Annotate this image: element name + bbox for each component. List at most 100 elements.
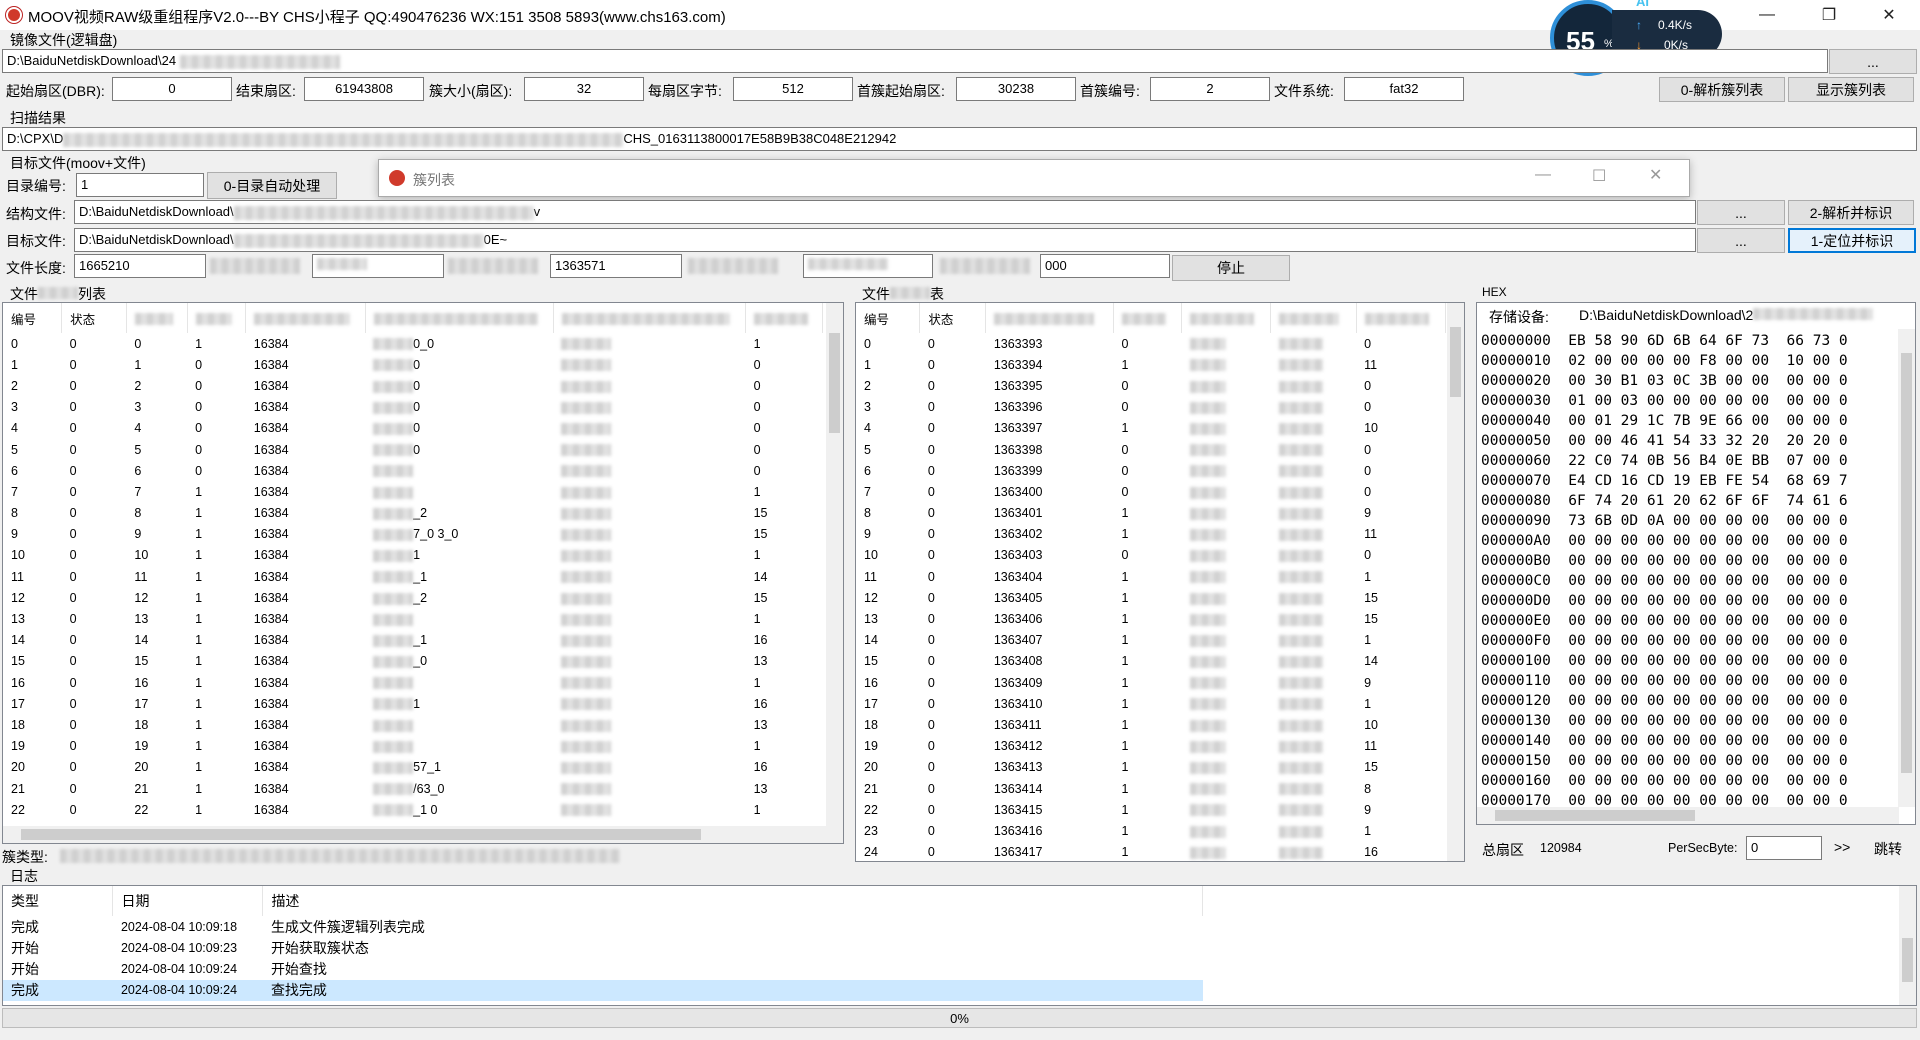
log-col-header[interactable]: 描述 (262, 886, 1203, 916)
table-row[interactable]: 14 0 14 1 16384 _1 16 (3, 630, 823, 651)
table-row[interactable]: 5 0 1363398 0 0 (856, 439, 1446, 460)
right-col-header[interactable]: 状态 (919, 303, 987, 333)
dialog-minimize-button[interactable]: — (1535, 166, 1551, 184)
locate-mark-button[interactable]: 1-定位并标识 (1788, 228, 1916, 253)
table-row[interactable]: 22 0 22 1 16384 _1 0 1 (3, 799, 823, 820)
left-col-header[interactable]: 状态 (61, 303, 127, 333)
table-row[interactable]: 12 0 12 1 16384 _2 15 (3, 587, 823, 608)
table-row[interactable]: 12 0 1363405 1 15 (856, 587, 1446, 608)
redacted-field[interactable] (312, 254, 444, 278)
table-row[interactable]: 8 0 8 1 16384 _2 15 (3, 503, 823, 524)
table-row[interactable]: 6 0 6 0 16384 0 (3, 460, 823, 481)
table-row[interactable]: 13 0 13 1 16384 1 (3, 608, 823, 629)
left-col-header[interactable] (187, 303, 247, 333)
table-row[interactable]: 16 0 16 1 16384 1 (3, 672, 823, 693)
hex-vscroll-thumb[interactable] (1901, 353, 1912, 773)
per-sec-byte-field[interactable]: 0 (1746, 836, 1822, 860)
left-col-header[interactable]: 编号 (3, 303, 63, 333)
right-col-header[interactable] (1113, 303, 1183, 333)
right-col-header[interactable] (1270, 303, 1357, 333)
log-col-header[interactable]: 类型 (3, 886, 114, 916)
table-row[interactable]: 14 0 1363407 1 1 (856, 630, 1446, 651)
table-row[interactable]: 4 0 4 0 16384 0 0 (3, 418, 823, 439)
hex-hscroll-thumb[interactable] (1495, 810, 1695, 821)
file-length-field[interactable]: 1665210 (74, 254, 206, 278)
table-row[interactable]: 4 0 1363397 1 10 (856, 418, 1446, 439)
parse-cluster-list-button[interactable]: 0-解析簇列表 (1659, 77, 1785, 102)
table-row[interactable]: 11 0 11 1 16384 _1 14 (3, 566, 823, 587)
table-row[interactable]: 19 0 1363412 1 11 (856, 736, 1446, 757)
parse-mark-button[interactable]: 2-解析并标识 (1788, 200, 1914, 225)
right-col-header[interactable] (985, 303, 1114, 333)
table-row[interactable]: 7 0 7 1 16384 1 (3, 481, 823, 502)
table-row[interactable]: 1 0 1 0 16384 0 0 (3, 354, 823, 375)
right-cluster-list[interactable]: 编号 状态 0 0 1363393 0 0 1 0 1363394 1 11 2 0 1363395 0 0 3 0… (855, 302, 1465, 862)
scan-result-path[interactable]: D:\CPX\D CHS_0163113800017E58B9B38C048E21… (2, 127, 1917, 151)
right-col-header[interactable] (1356, 303, 1447, 333)
table-row[interactable]: 3 0 3 0 16384 0 0 (3, 397, 823, 418)
left-col-header[interactable] (553, 303, 747, 333)
log-row[interactable]: 开始 2024-08-04 10:09:23 开始获取簇状态 (3, 937, 1203, 958)
table-row[interactable]: 18 0 1363411 1 10 (856, 714, 1446, 735)
table-row[interactable]: 10 0 10 1 16384 1 1 (3, 545, 823, 566)
table-row[interactable]: 20 0 20 1 16384 57_1 16 (3, 757, 823, 778)
table-row[interactable]: 24 0 1363417 1 16 (856, 842, 1446, 862)
cluster-list-dialog[interactable]: 簇列表 — ☐ ✕ (378, 159, 1690, 197)
offset-field[interactable]: 1363571 (550, 254, 682, 278)
show-cluster-list-button[interactable]: 显示簇列表 (1788, 77, 1914, 102)
table-row[interactable]: 8 0 1363401 1 9 (856, 503, 1446, 524)
image-file-path[interactable]: D:\BaiduNetdiskDownload\24 (2, 49, 1828, 73)
table-row[interactable]: 19 0 19 1 16384 1 (3, 736, 823, 757)
table-row[interactable]: 9 0 9 1 16384 7_0 3_0 15 (3, 524, 823, 545)
right-col-header[interactable]: 编号 (856, 303, 921, 333)
image-browse-button[interactable]: ... (1829, 49, 1917, 74)
left-col-header[interactable] (245, 303, 366, 333)
table-row[interactable]: 3 0 1363396 0 0 (856, 397, 1446, 418)
table-row[interactable]: 1 0 1363394 1 11 (856, 354, 1446, 375)
log-row[interactable]: 开始 2024-08-04 10:09:24 开始查找 (3, 958, 1203, 979)
left-horizontal-scrollbar[interactable] (3, 826, 843, 843)
stop-button[interactable]: 停止 (1172, 255, 1290, 281)
table-row[interactable]: 21 0 1363414 1 8 (856, 778, 1446, 799)
right-vscroll-thumb[interactable] (1450, 327, 1461, 397)
hex-dump[interactable]: 00000000 EB 58 90 6D 6B 64 6F 73 66 73 0… (1481, 331, 1893, 806)
table-row[interactable]: 16 0 1363409 1 9 (856, 672, 1446, 693)
right-vertical-scrollbar[interactable] (1447, 303, 1464, 861)
table-row[interactable]: 17 0 17 1 16384 1 16 (3, 693, 823, 714)
table-row[interactable]: 2 0 2 0 16384 0 0 (3, 375, 823, 396)
table-row[interactable]: 7 0 1363400 0 0 (856, 481, 1446, 502)
right-col-header[interactable] (1181, 303, 1272, 333)
auto-process-button[interactable]: 0-目录自动处理 (207, 172, 337, 199)
table-row[interactable]: 17 0 1363410 1 1 (856, 693, 1446, 714)
table-row[interactable]: 21 0 21 1 16384/63_0 13 (3, 778, 823, 799)
log-vertical-scrollbar[interactable] (1899, 886, 1916, 1005)
struct-file-path[interactable]: D:\BaiduNetdiskDownload\ v (74, 200, 1696, 224)
start-sector-field[interactable]: 0 (112, 77, 232, 101)
table-row[interactable]: 0 0 1363393 0 0 (856, 333, 1446, 354)
restore-button[interactable]: ❐ (1800, 0, 1858, 30)
table-row[interactable]: 6 0 1363399 0 0 (856, 460, 1446, 481)
dialog-close-button[interactable]: ✕ (1649, 165, 1662, 185)
dir-no-field[interactable]: 1 (76, 173, 204, 197)
left-col-header[interactable] (365, 303, 554, 333)
log-row[interactable]: 完成 2024-08-04 10:09:18 生成文件簇逻辑列表完成 (3, 916, 1203, 937)
filesystem-field[interactable]: fat32 (1344, 77, 1464, 101)
log-list[interactable]: 类型 日期 描述 完成 2024-08-04 10:09:18 生成文件簇逻辑列表完成 开始… (2, 885, 1917, 1006)
struct-browse-button[interactable]: ... (1697, 200, 1785, 225)
left-cluster-list[interactable]: 编号 状态 0 0 0 1 16384 0_0 1 1 0 1 0 16384 0 0 2 0 2 0 16384 0 0 3… (2, 302, 844, 844)
table-row[interactable]: 18 0 18 1 16384 13 (3, 714, 823, 735)
left-col-header[interactable] (745, 303, 823, 333)
table-row[interactable]: 0 0 0 1 16384 0_0 1 (3, 333, 823, 354)
cluster-size-field[interactable]: 32 (524, 77, 644, 101)
table-row[interactable]: 23 0 1363416 1 1 (856, 820, 1446, 841)
close-button[interactable]: ✕ (1860, 0, 1918, 30)
value-field[interactable]: 000 (1040, 254, 1170, 278)
table-row[interactable]: 11 0 1363404 1 1 (856, 566, 1446, 587)
target-file-path[interactable]: D:\BaiduNetdiskDownload\ 0E~ (74, 228, 1696, 252)
left-col-header[interactable] (126, 303, 188, 333)
table-row[interactable]: 15 0 15 1 16384 _0 13 (3, 651, 823, 672)
first-cluster-start-field[interactable]: 30238 (956, 77, 1076, 101)
table-row[interactable]: 15 0 1363408 1 14 (856, 651, 1446, 672)
hex-horizontal-scrollbar[interactable] (1477, 807, 1899, 824)
table-row[interactable]: 5 0 5 0 16384 0 0 (3, 439, 823, 460)
